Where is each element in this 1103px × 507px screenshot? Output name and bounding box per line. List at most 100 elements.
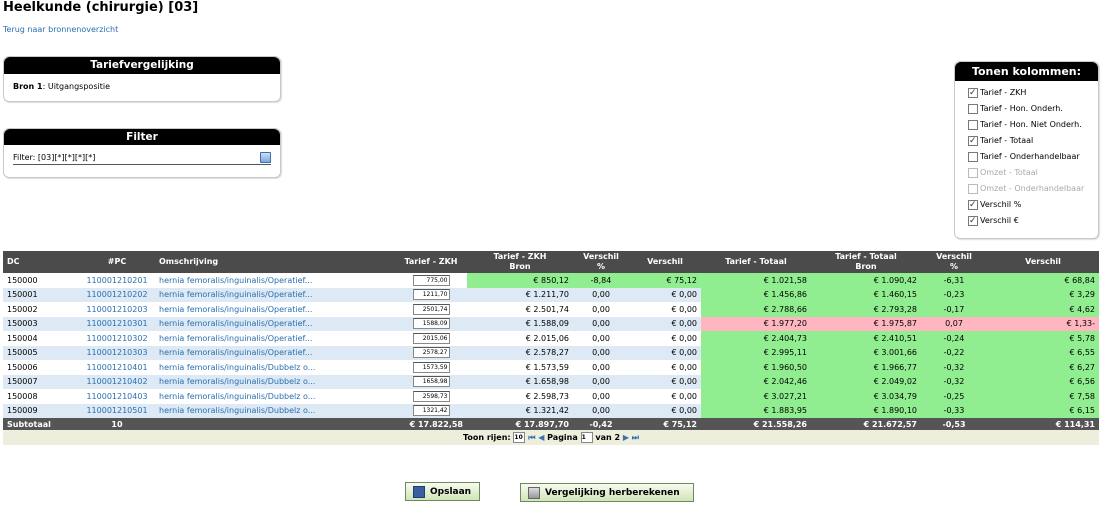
header-verschil2-pct[interactable]: Verschil% (921, 251, 987, 273)
cell-description-link[interactable]: hernia femoralis/inguinalis/Operatief... (155, 287, 395, 302)
cell-description-link[interactable]: hernia femoralis/inguinalis/Operatief... (155, 316, 395, 331)
cell-verschil2-eur: € 6,27 (987, 360, 1099, 375)
columns-options: Tarief - ZKH Tarief - Hon. Onderh. Tarief … (955, 81, 1098, 229)
cell-description-link[interactable]: hernia femoralis/inguinalis/Operatief... (155, 273, 395, 288)
cell-tarief-totaal: € 2.042,46 (701, 374, 811, 389)
cell-tarief-zkh: 775,00 (395, 273, 467, 288)
cell-pc-link[interactable]: 110001210303 (79, 345, 155, 360)
prev-page-icon[interactable]: ◀ (538, 433, 544, 442)
recalculate-button[interactable]: Vergelijking herberekenen (520, 483, 694, 502)
filter-text: Filter: [03][*][*][*][*] (13, 153, 95, 162)
column-option[interactable]: Verschil € (968, 213, 1098, 229)
cell-tarief-zkh-bron: € 2.501,74 (467, 302, 573, 317)
header-verschil2-eur[interactable]: Verschil (987, 251, 1099, 273)
cell-tarief-totaal-bron: € 2.049,02 (811, 374, 921, 389)
column-option[interactable]: Tarief - Hon. Onderh. (968, 101, 1098, 117)
cell-pc-link[interactable]: 110001210501 (79, 403, 155, 418)
cell-verschil-pct: 0,00 (573, 316, 629, 331)
header-dc[interactable]: DC (3, 251, 79, 273)
last-page-icon[interactable]: ⏭ (632, 433, 639, 442)
cell-description-link[interactable]: hernia femoralis/inguinalis/Dubbelz o... (155, 360, 395, 375)
cell-tarief-zkh: 1573,59 (395, 360, 467, 375)
tarief-zkh-input[interactable]: 1211,70 (412, 289, 450, 301)
filter-panel: Filter Filter: [03][*][*][*][*] (3, 128, 281, 178)
tarief-zkh-input[interactable]: 2015,06 (412, 332, 450, 344)
column-option-label: Omzet - Onderhandelbaar (980, 184, 1085, 193)
source-line: Bron 1: Uitgangspositie (4, 74, 280, 99)
filter-row: Filter: [03][*][*][*][*] (13, 151, 271, 165)
header-omschrijving[interactable]: Omschrijving (155, 251, 395, 273)
cell-tarief-totaal: € 3.027,21 (701, 389, 811, 404)
cell-tarief-totaal-bron: € 3.034,79 (811, 389, 921, 404)
table-body: 150000 110001210201 hernia femoralis/ingui… (3, 273, 1099, 418)
tarief-zkh-input[interactable]: 2598,73 (412, 390, 450, 402)
column-option-checkbox[interactable] (968, 213, 978, 229)
tarief-zkh-input[interactable]: 1658,98 (412, 376, 450, 388)
next-page-icon[interactable]: ▶ (623, 433, 629, 442)
tarief-zkh-input[interactable]: 2578,27 (412, 347, 450, 359)
column-option-checkbox[interactable] (968, 197, 978, 213)
column-option-checkbox[interactable] (968, 133, 978, 149)
cell-pc-link[interactable]: 110001210201 (79, 273, 155, 288)
cell-pc-link[interactable]: 110001210301 (79, 316, 155, 331)
column-option[interactable]: Verschil % (968, 197, 1098, 213)
cell-verschil2-pct: -0,22 (921, 345, 987, 360)
tarief-zkh-input[interactable]: 1573,59 (412, 361, 450, 373)
cell-pc-link[interactable]: 110001210202 (79, 287, 155, 302)
cell-description-link[interactable]: hernia femoralis/inguinalis/Operatief... (155, 302, 395, 317)
tarief-zkh-input[interactable]: 775,00 (412, 274, 450, 286)
cell-verschil2-eur: € 5,78 (987, 331, 1099, 346)
cell-tarief-zkh: 1211,70 (395, 287, 467, 302)
cell-tarief-totaal: € 2.995,11 (701, 345, 811, 360)
cell-pc-link[interactable]: 110001210402 (79, 374, 155, 389)
header-tarief-totaal[interactable]: Tarief - Totaal (701, 251, 811, 273)
cell-description-link[interactable]: hernia femoralis/inguinalis/Dubbelz o... (155, 389, 395, 404)
cell-pc-link[interactable]: 110001210302 (79, 331, 155, 346)
header-tarief-totaal-bron[interactable]: Tarief - Totaal Bron (811, 251, 921, 273)
cell-tarief-zkh-bron: € 1.211,70 (467, 287, 573, 302)
cell-tarief-totaal-bron: € 3.001,66 (811, 345, 921, 360)
filter-edit-icon[interactable] (260, 152, 271, 163)
cell-description-link[interactable]: hernia femoralis/inguinalis/Dubbelz o... (155, 374, 395, 389)
subtotal-zkh-bron: € 17.897,70 (467, 418, 573, 430)
column-option-checkbox[interactable] (968, 85, 978, 101)
rows-select[interactable]: 10 (513, 431, 526, 443)
cell-pc-link[interactable]: 110001210401 (79, 360, 155, 375)
first-page-icon[interactable]: ⏮ (528, 433, 535, 442)
cell-verschil-pct: 0,00 (573, 287, 629, 302)
column-option[interactable]: Tarief - Totaal (968, 133, 1098, 149)
header-tarief-zkh-bron[interactable]: Tarief - ZKH Bron (467, 251, 573, 273)
tarief-zkh-input[interactable]: 1321,42 (412, 405, 450, 417)
cell-pc-link[interactable]: 110001210203 (79, 302, 155, 317)
cell-description-link[interactable]: hernia femoralis/inguinalis/Operatief... (155, 331, 395, 346)
header-verschil-pct[interactable]: Verschil% (573, 251, 629, 273)
cell-description-link[interactable]: hernia femoralis/inguinalis/Dubbelz o... (155, 403, 395, 418)
cell-tarief-totaal-bron: € 1.460,15 (811, 287, 921, 302)
column-option[interactable]: Tarief - ZKH (968, 85, 1098, 101)
save-button[interactable]: Opslaan (405, 482, 480, 501)
cell-description-link[interactable]: hernia femoralis/inguinalis/Operatief... (155, 345, 395, 360)
cell-dc: 150006 (3, 360, 79, 375)
total-pages: 2 (614, 432, 621, 442)
column-option-checkbox[interactable] (968, 152, 978, 162)
cell-verschil-pct: 0,00 (573, 360, 629, 375)
tarief-zkh-input[interactable]: 1588,09 (412, 318, 450, 330)
header-tarief-zkh[interactable]: Tarief - ZKH (395, 251, 467, 273)
cell-tarief-totaal-bron: € 2.793,28 (811, 302, 921, 317)
tarief-zkh-input[interactable]: 2501,74 (412, 303, 450, 315)
column-option-checkbox[interactable] (968, 104, 978, 114)
column-option[interactable]: Tarief - Onderhandelbaar (968, 149, 1098, 165)
column-option[interactable]: Tarief - Hon. Niet Onderh. (968, 117, 1098, 133)
cell-tarief-totaal: € 2.788,66 (701, 302, 811, 317)
cell-tarief-zkh: 2598,73 (395, 389, 467, 404)
cell-tarief-totaal-bron: € 1.090,42 (811, 273, 921, 288)
header-pc[interactable]: #PC (79, 251, 155, 273)
page-select[interactable]: 1 (580, 431, 593, 443)
column-option-checkbox[interactable] (968, 120, 978, 130)
cell-pc-link[interactable]: 110001210403 (79, 389, 155, 404)
subtotal-row: Subtotaal 10 € 17.822,58 € 17.897,70 -0,… (3, 418, 1099, 430)
header-verschil-eur[interactable]: Verschil (629, 251, 701, 273)
back-link[interactable]: Terug naar bronnenoverzicht (3, 25, 118, 34)
cell-dc: 150002 (3, 302, 79, 317)
column-option-label: Tarief - Onderhandelbaar (980, 152, 1080, 161)
